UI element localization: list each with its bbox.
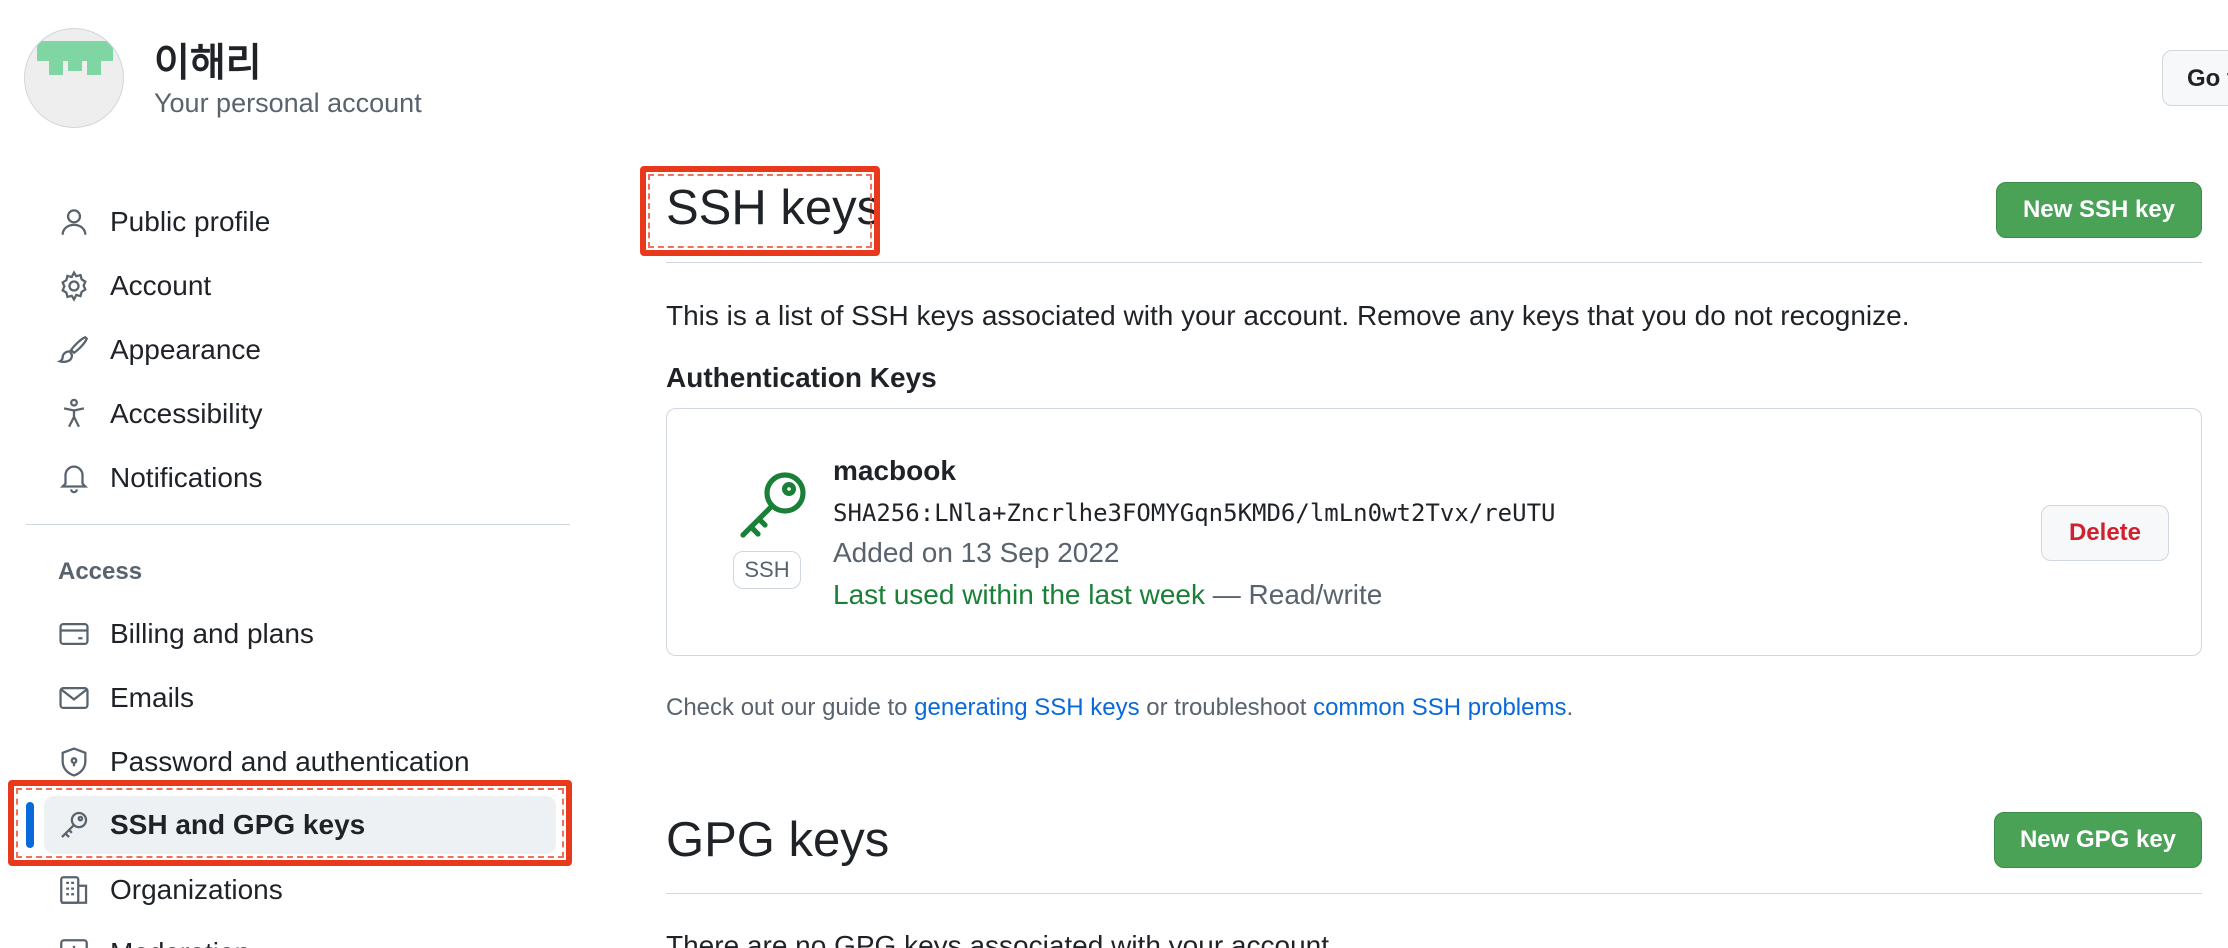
mail-icon: [56, 680, 92, 716]
sidebar-item-label: Billing and plans: [110, 618, 314, 649]
sidebar-divider: [26, 524, 570, 525]
common-ssh-problems-link[interactable]: common SSH problems: [1313, 694, 1566, 721]
gear-icon: [56, 268, 92, 304]
accessibility-icon: [56, 396, 92, 432]
key-fingerprint: SHA256:LNla+Zncrlhe3FOMYGqn5KMD6/lmLn0wt…: [833, 499, 1556, 527]
avatar[interactable]: [24, 28, 124, 128]
guide-middle: or troubleshoot: [1139, 694, 1314, 721]
sidebar-item-label: Public profile: [110, 206, 271, 237]
guide-suffix: .: [1566, 694, 1574, 721]
auth-keys-heading: Authentication Keys: [666, 362, 937, 393]
sidebar-item-label: Notifications: [110, 462, 263, 493]
gpg-keys-title: GPG keys: [666, 813, 890, 867]
ssh-badge: SSH: [733, 551, 801, 589]
sidebar-section-heading: Access: [58, 558, 143, 585]
new-gpg-key-button[interactable]: New GPG key: [1994, 812, 2202, 868]
gpg-section-rule: [666, 893, 2202, 894]
sidebar-item-moderation[interactable]: Moderation: [44, 924, 556, 948]
sidebar-item-label: Account: [110, 270, 212, 301]
ssh-intro-text: This is a list of SSH keys associated wi…: [666, 300, 1910, 331]
sidebar-item-emails[interactable]: Emails: [44, 669, 556, 727]
sidebar-item-appearance[interactable]: Appearance: [44, 321, 556, 379]
credit-card-icon: [56, 616, 92, 652]
sidebar-item-public-profile[interactable]: Public profile: [44, 193, 556, 251]
guide-prefix: Check out our guide to: [666, 694, 915, 721]
user-name[interactable]: 이해리: [154, 32, 262, 88]
annotation-highlight-title: [640, 166, 880, 256]
new-ssh-key-button[interactable]: New SSH key: [1996, 182, 2202, 238]
key-icon: [740, 472, 806, 538]
ssh-key-card: SSH macbook SHA256:LNla+Zncrlhe3FOMYGqn5…: [666, 408, 2202, 656]
key-access-level: — Read/write: [1204, 579, 1383, 610]
gpg-empty-text: There are no GPG keys associated with yo…: [666, 930, 1337, 948]
key-added-date: Added on 13 Sep 2022: [833, 537, 1120, 568]
shield-lock-icon: [56, 744, 92, 780]
key-title: macbook: [833, 455, 956, 486]
annotation-highlight-sidebar: [8, 780, 572, 866]
paintbrush-icon: [56, 332, 92, 368]
organization-icon: [56, 872, 92, 908]
key-last-used-text: Last used within the last week: [833, 579, 1205, 610]
sidebar-item-label: Accessibility: [110, 398, 263, 429]
account-type-label: Your personal account: [154, 88, 422, 118]
sidebar-item-billing[interactable]: Billing and plans: [44, 605, 556, 663]
report-icon: [56, 935, 92, 948]
ssh-section-rule: [666, 262, 2202, 263]
sidebar-item-notifications[interactable]: Notifications: [44, 449, 556, 507]
key-last-used: Last used within the last week — Read/wr…: [833, 579, 1382, 611]
sidebar-item-label: Password and authentication: [110, 746, 470, 777]
sidebar-item-label: Appearance: [110, 334, 262, 365]
sidebar-item-label: Moderation: [110, 937, 250, 948]
go-to-profile-button[interactable]: Go t: [2162, 50, 2228, 106]
bell-icon: [56, 460, 92, 496]
person-icon: [56, 204, 92, 240]
sidebar-item-label: Emails: [110, 682, 195, 713]
ssh-guide-text: Check out our guide to generating SSH ke…: [666, 694, 1573, 722]
sidebar-item-account[interactable]: Account: [44, 257, 556, 315]
sidebar-item-label: Organizations: [110, 874, 283, 905]
delete-key-button[interactable]: Delete: [2041, 505, 2169, 561]
sidebar-item-organizations[interactable]: Organizations: [44, 861, 556, 919]
generating-ssh-keys-link[interactable]: generating SSH keys: [914, 694, 1139, 721]
sidebar-item-accessibility[interactable]: Accessibility: [44, 385, 556, 443]
